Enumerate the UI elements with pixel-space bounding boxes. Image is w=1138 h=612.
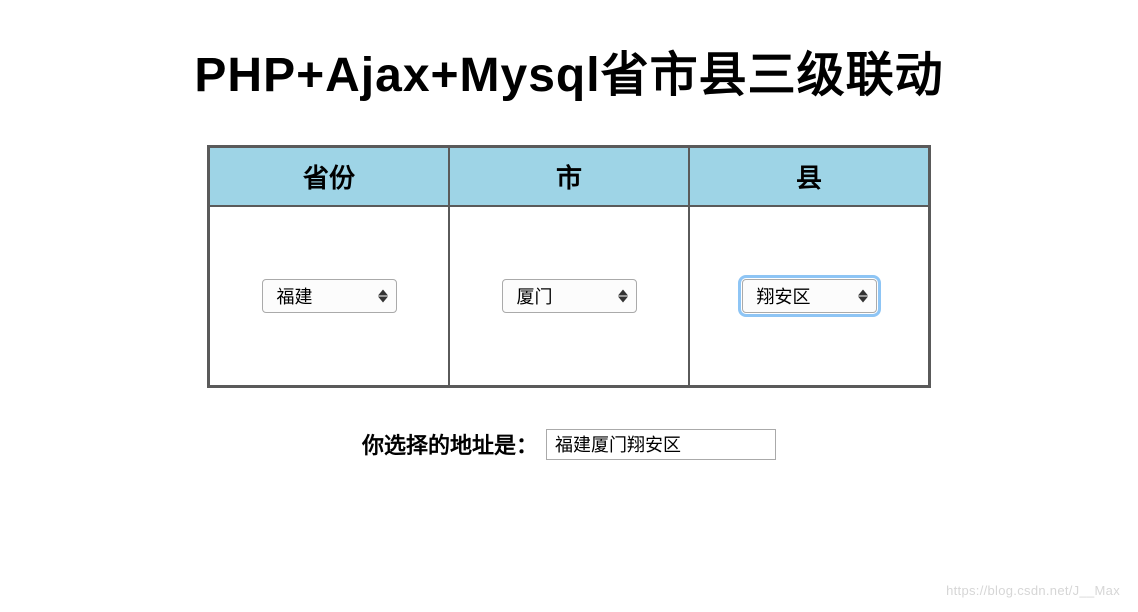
header-province: 省份 (209, 147, 449, 206)
table-select-row: 福建 厦门 翔安区 (209, 206, 929, 386)
watermark-text: https://blog.csdn.net/J__Max (946, 583, 1120, 598)
select-arrows-icon (858, 290, 868, 303)
city-select[interactable]: 厦门 (502, 279, 637, 313)
cell-county: 翔安区 (689, 206, 929, 386)
result-row: 你选择的地址是： (0, 428, 1138, 460)
cell-city: 厦门 (449, 206, 689, 386)
page-title: PHP+Ajax+Mysql省市县三级联动 (0, 35, 1138, 105)
cell-province: 福建 (209, 206, 449, 386)
header-city: 市 (449, 147, 689, 206)
province-select-value: 福建 (277, 287, 313, 307)
select-arrows-icon (618, 290, 628, 303)
result-label: 你选择的地址是： (362, 428, 538, 460)
county-select[interactable]: 翔安区 (742, 279, 877, 313)
header-county: 县 (689, 147, 929, 206)
table-header-row: 省份 市 县 (209, 147, 929, 206)
region-table: 省份 市 县 福建 厦门 (207, 145, 931, 388)
result-input[interactable] (546, 429, 776, 460)
county-select-value: 翔安区 (757, 287, 811, 307)
province-select[interactable]: 福建 (262, 279, 397, 313)
city-select-value: 厦门 (517, 287, 553, 307)
select-arrows-icon (378, 290, 388, 303)
